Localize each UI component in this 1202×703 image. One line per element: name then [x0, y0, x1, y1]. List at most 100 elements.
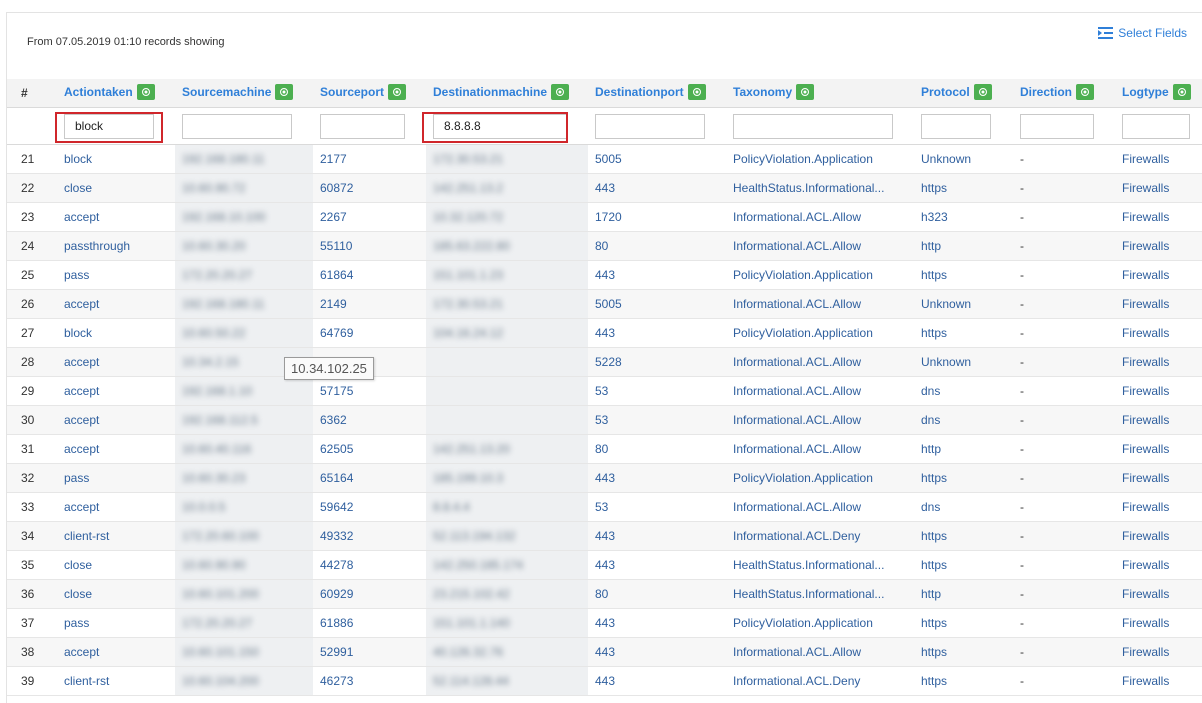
protocol-cell: Unknown — [914, 144, 1013, 174]
column-label[interactable]: Sourcemachine — [182, 85, 271, 99]
direction-cell: - — [1013, 376, 1115, 406]
destinationport-cell: 443 — [588, 463, 726, 493]
column-label[interactable]: Protocol — [921, 85, 970, 99]
column-header-destinationmachine[interactable]: Destinationmachine — [426, 79, 588, 108]
column-header-actiontaken[interactable]: Actiontaken — [57, 79, 175, 108]
eye-icon[interactable] — [551, 84, 570, 100]
column-header-logtype[interactable]: Logtype — [1115, 79, 1202, 108]
table-row[interactable]: 31 accept 10.60.40.116 62505 142.251.13.20 80… — [7, 434, 1202, 464]
protocol-cell: Unknown — [914, 347, 1013, 377]
table-row[interactable]: 29 accept 192.168.1.10 57175 53 Informational… — [7, 376, 1202, 406]
table-row[interactable]: 30 accept 192.168.112.5 6362 53 Informational… — [7, 405, 1202, 435]
blurred-ip: 52.114.128.44 — [433, 674, 509, 688]
column-header-sourceport[interactable]: Sourceport — [313, 79, 426, 108]
column-header-num: # — [7, 79, 57, 108]
table-row[interactable]: 28 accept 10.34.2.15 5228 Informational.ACL.… — [7, 347, 1202, 377]
filter-actiontaken[interactable] — [64, 113, 154, 139]
eye-icon[interactable] — [1076, 84, 1095, 100]
protocol-cell: Unknown — [914, 289, 1013, 319]
column-header-direction[interactable]: Direction — [1013, 79, 1115, 108]
destinationmachine-cell — [426, 376, 588, 406]
column-header-protocol[interactable]: Protocol — [914, 79, 1013, 108]
table-row[interactable]: 33 accept 10.0.0.5 59642 8.8.4.4 53 Informatio… — [7, 492, 1202, 522]
table-row[interactable]: 34 client-rst 172.20.60.100 49332 52.113.194… — [7, 521, 1202, 551]
column-label[interactable]: Sourceport — [320, 85, 384, 99]
destinationport-cell: 443 — [588, 521, 726, 551]
filter-sourceport[interactable] — [320, 113, 405, 139]
filter-destinationmachine[interactable] — [433, 113, 568, 139]
sourceport-cell: 2149 — [313, 289, 426, 319]
table-row[interactable]: 37 pass 172.20.20.27 61886 151.101.1.140 443 P… — [7, 608, 1202, 638]
sourcemachine-cell: 10.60.101.150 — [175, 637, 313, 667]
taxonomy-cell: PolicyViolation.Application — [726, 463, 914, 493]
sourcemachine-cell: 10.60.90.72 — [175, 173, 313, 203]
sourcemachine-cell: 10.60.40.116 — [175, 434, 313, 464]
logtype-cell: Firewalls — [1115, 492, 1202, 522]
eye-icon[interactable] — [796, 84, 815, 100]
column-label[interactable]: Logtype — [1122, 85, 1169, 99]
actiontaken-cell: close — [57, 173, 175, 203]
logtype-cell: Firewalls — [1115, 579, 1202, 609]
blurred-ip: 142.250.185.174 — [433, 558, 524, 572]
eye-icon[interactable] — [973, 84, 992, 100]
blurred-ip: 10.60.30.20 — [182, 239, 246, 253]
direction-cell: - — [1013, 579, 1115, 609]
sourcemachine-cell: 172.20.20.27 — [175, 260, 313, 290]
select-fields-button[interactable]: Select Fields — [1098, 26, 1187, 40]
filter-logtype[interactable] — [1122, 113, 1190, 139]
filter-direction[interactable] — [1020, 113, 1094, 139]
column-label[interactable]: Direction — [1020, 85, 1072, 99]
sourceport-cell: 52991 — [313, 637, 426, 667]
table-row[interactable]: 26 accept 192.168.180.11 2149 172.30.53.21 50… — [7, 289, 1202, 319]
table-row[interactable]: 24 passthrough 10.60.30.20 55110 185.63.222.… — [7, 231, 1202, 261]
destinationport-cell: 443 — [588, 608, 726, 638]
actiontaken-cell: accept — [57, 289, 175, 319]
destinationport-cell: 1720 — [588, 202, 726, 232]
row-number: 25 — [7, 260, 57, 290]
taxonomy-cell: PolicyViolation.Application — [726, 144, 914, 174]
direction-cell: - — [1013, 405, 1115, 435]
eye-icon[interactable] — [1172, 84, 1191, 100]
table-row[interactable]: 22 close 10.60.90.72 60872 142.251.13.2 443 He… — [7, 173, 1202, 203]
table-row[interactable]: 23 accept 192.168.10.100 2267 10.32.120.72 17… — [7, 202, 1202, 232]
column-header-taxonomy[interactable]: Taxonomy — [726, 79, 914, 108]
column-label[interactable]: Destinationport — [595, 85, 684, 99]
eye-icon[interactable] — [687, 84, 706, 100]
table-row[interactable]: 39 client-rst 10.60.104.200 46273 52.114.128… — [7, 666, 1202, 696]
table-row[interactable]: 21 block 192.168.180.11 2177 172.30.53.21 500… — [7, 144, 1202, 174]
blurred-ip: 142.251.13.2 — [433, 181, 504, 195]
table-row[interactable]: 27 block 10.60.50.22 64769 104.16.24.12 443 Po… — [7, 318, 1202, 348]
logtype-cell: Firewalls — [1115, 463, 1202, 493]
table-row[interactable]: 35 close 10.60.90.90 44278 142.250.185.174 44… — [7, 550, 1202, 580]
taxonomy-cell: PolicyViolation.Application — [726, 318, 914, 348]
table-row[interactable]: 36 close 10.60.101.200 60929 23.215.102.42 80… — [7, 579, 1202, 609]
protocol-cell: https — [914, 260, 1013, 290]
table-row[interactable]: 32 pass 10.60.30.23 65164 185.199.10.3 443 Pol… — [7, 463, 1202, 493]
logtype-cell: Firewalls — [1115, 376, 1202, 406]
table-row[interactable]: 38 accept 10.60.101.150 52991 40.126.32.76 44… — [7, 637, 1202, 667]
row-number: 39 — [7, 666, 57, 696]
blurred-ip: 52.113.194.132 — [433, 529, 516, 543]
column-header-destinationport[interactable]: Destinationport — [588, 79, 726, 108]
blurred-ip: 40.126.32.76 — [433, 645, 504, 659]
eye-icon[interactable] — [136, 84, 155, 100]
actiontaken-cell: accept — [57, 376, 175, 406]
filter-protocol[interactable] — [921, 113, 991, 139]
column-label[interactable]: Actiontaken — [64, 85, 133, 99]
records-info: From 07.05.2019 01:10 records showing — [27, 36, 225, 48]
eye-icon[interactable] — [388, 84, 407, 100]
column-label[interactable]: Taxonomy — [733, 85, 792, 99]
protocol-cell: http — [914, 579, 1013, 609]
column-header-sourcemachine[interactable]: Sourcemachine — [175, 79, 313, 108]
destinationmachine-cell: 142.251.13.2 — [426, 173, 588, 203]
filter-destinationport[interactable] — [595, 113, 705, 139]
column-label[interactable]: Destinationmachine — [433, 85, 547, 99]
blurred-ip: 10.60.30.23 — [182, 471, 246, 485]
actiontaken-cell: passthrough — [57, 231, 175, 261]
actiontaken-cell: pass — [57, 608, 175, 638]
taxonomy-cell: Informational.ACL.Allow — [726, 376, 914, 406]
table-row[interactable]: 25 pass 172.20.20.27 61864 151.101.1.23 443 Po… — [7, 260, 1202, 290]
eye-icon[interactable] — [275, 84, 294, 100]
filter-taxonomy[interactable] — [733, 113, 893, 139]
filter-sourcemachine[interactable] — [182, 113, 292, 139]
